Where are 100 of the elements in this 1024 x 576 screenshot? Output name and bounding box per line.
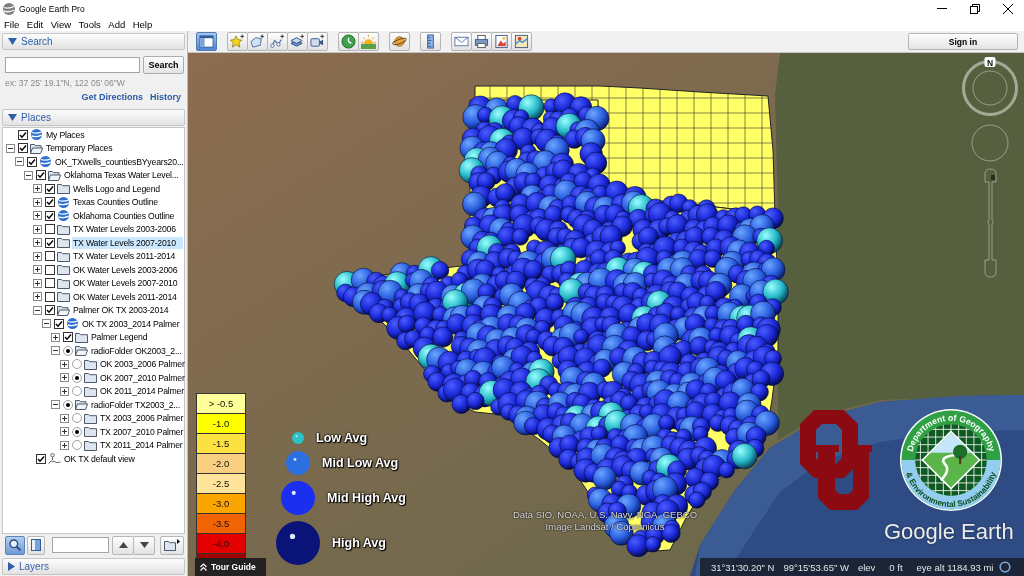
tree-item-label[interactable]: OK TX default view bbox=[63, 452, 183, 465]
add-polygon-button[interactable] bbox=[247, 32, 268, 51]
sunlight-button[interactable] bbox=[358, 32, 379, 51]
email-button[interactable] bbox=[451, 32, 472, 51]
panel-link[interactable]: History bbox=[150, 92, 181, 102]
search-field[interactable] bbox=[5, 57, 140, 73]
radio-button[interactable] bbox=[72, 426, 82, 437]
menu-item[interactable]: Help bbox=[132, 18, 153, 30]
checkbox[interactable] bbox=[36, 170, 46, 181]
view-in-maps-button[interactable] bbox=[511, 32, 532, 51]
expander-toggle[interactable] bbox=[33, 238, 42, 248]
menu-item[interactable]: File bbox=[4, 18, 20, 30]
expander-toggle[interactable] bbox=[60, 386, 69, 396]
expander-toggle[interactable] bbox=[33, 184, 42, 194]
tree-item-label[interactable]: Palmer Legend bbox=[90, 331, 183, 344]
expander-toggle[interactable] bbox=[33, 278, 42, 288]
radio-button[interactable] bbox=[72, 440, 82, 451]
checkbox[interactable] bbox=[45, 251, 55, 262]
expander-toggle[interactable] bbox=[33, 211, 42, 221]
checkbox[interactable] bbox=[45, 305, 55, 316]
search-button[interactable]: Search bbox=[143, 56, 184, 74]
checkbox[interactable] bbox=[45, 278, 55, 289]
tree-item-label[interactable]: TX 2007_2010 Palmer bbox=[99, 425, 184, 438]
places-search-field[interactable] bbox=[52, 537, 109, 553]
move-up-button[interactable] bbox=[112, 535, 134, 555]
historical-imagery-button[interactable] bbox=[338, 32, 359, 51]
tree-item-label[interactable]: TX 2003_2006 Palmer bbox=[99, 412, 184, 425]
tree-item-label[interactable]: OK_TXwells_countiesBYyears20... bbox=[54, 155, 184, 168]
checkbox[interactable] bbox=[45, 210, 55, 221]
checkbox[interactable] bbox=[45, 291, 55, 302]
expander-toggle[interactable] bbox=[51, 332, 60, 342]
radio-button[interactable] bbox=[63, 399, 73, 410]
radio-button[interactable] bbox=[72, 359, 82, 370]
section-header[interactable]: Search bbox=[2, 33, 185, 50]
expander-toggle[interactable] bbox=[33, 305, 42, 315]
section-header[interactable]: Layers bbox=[2, 558, 185, 575]
tree-item-label[interactable]: OK 2007_2010 Palmer bbox=[99, 371, 185, 384]
folder-menu-button[interactable] bbox=[160, 535, 184, 555]
checkbox[interactable] bbox=[45, 237, 55, 248]
expander-toggle[interactable] bbox=[60, 373, 69, 383]
tree-item-label[interactable]: Oklahoma Counties Outline bbox=[72, 209, 183, 222]
expander-toggle[interactable] bbox=[60, 413, 69, 423]
checkbox[interactable] bbox=[45, 197, 55, 208]
menu-item[interactable]: View bbox=[50, 18, 72, 30]
radio-button[interactable] bbox=[72, 386, 82, 397]
expander-toggle[interactable] bbox=[42, 319, 51, 329]
checkbox[interactable] bbox=[27, 156, 37, 167]
print-button[interactable] bbox=[471, 32, 492, 51]
expander-toggle[interactable] bbox=[60, 359, 69, 369]
checkbox[interactable] bbox=[45, 224, 55, 235]
compass-icon[interactable] bbox=[962, 57, 1018, 116]
tree-item-label[interactable]: OK 2003_2006 Palmer bbox=[99, 358, 185, 371]
ruler-button[interactable] bbox=[420, 32, 441, 51]
move-down-button[interactable] bbox=[133, 535, 155, 555]
menu-item[interactable]: Add bbox=[108, 18, 126, 30]
section-header[interactable]: Places bbox=[2, 109, 185, 126]
checkbox[interactable] bbox=[18, 143, 28, 154]
expander-toggle[interactable] bbox=[33, 265, 42, 275]
tree-item-label[interactable]: OK Water Levels 2011-2014 bbox=[72, 290, 183, 303]
tree-item-label[interactable]: Palmer OK TX 2003-2014 bbox=[72, 304, 183, 317]
expander-toggle[interactable] bbox=[6, 143, 15, 153]
zoom-slider-icon[interactable] bbox=[982, 168, 998, 278]
add-image-overlay-button[interactable] bbox=[287, 32, 308, 51]
radio-button[interactable] bbox=[72, 413, 82, 424]
checkbox[interactable] bbox=[18, 129, 28, 140]
checkbox[interactable] bbox=[54, 318, 64, 329]
checkbox[interactable] bbox=[63, 332, 73, 343]
expander-toggle[interactable] bbox=[51, 346, 60, 356]
sign-in-button[interactable]: Sign in bbox=[908, 33, 1018, 50]
tree-item-label[interactable]: TX Water Levels 2003-2006 bbox=[72, 223, 183, 236]
tree-item-label[interactable]: OK Water Levels 2003-2006 bbox=[72, 263, 183, 276]
tree-item-label[interactable]: TX Water Levels 2011-2014 bbox=[72, 250, 183, 263]
panel-link[interactable]: Get Directions bbox=[81, 92, 143, 102]
tree-item-label[interactable]: TX 2011_2014 Palmer bbox=[99, 439, 183, 452]
add-path-button[interactable] bbox=[267, 32, 288, 51]
expander-toggle[interactable] bbox=[51, 400, 60, 410]
tree-item-label[interactable]: OK Water Levels 2007-2010 bbox=[72, 277, 183, 290]
expander-toggle[interactable] bbox=[33, 251, 42, 261]
planets-button[interactable] bbox=[389, 32, 410, 51]
tree-item-label[interactable]: Temporary Places bbox=[45, 142, 183, 155]
expander-toggle[interactable] bbox=[33, 197, 42, 207]
sidebar-button[interactable] bbox=[196, 32, 217, 51]
tree-item-label[interactable]: radioFolder OK2003_2... bbox=[90, 344, 183, 357]
radio-button[interactable] bbox=[72, 372, 82, 383]
save-image-button[interactable] bbox=[491, 32, 512, 51]
expander-toggle[interactable] bbox=[33, 292, 42, 302]
search-toggle-button[interactable] bbox=[5, 535, 25, 555]
checkbox[interactable] bbox=[45, 264, 55, 275]
tree-item-label[interactable]: TX Water Levels 2007-2010 bbox=[72, 236, 183, 249]
tree-item-label[interactable]: Oklahoma Texas Water Level... bbox=[63, 169, 183, 182]
expander-toggle[interactable] bbox=[60, 427, 69, 437]
expander-toggle[interactable] bbox=[60, 440, 69, 450]
panel-toggle-button[interactable] bbox=[27, 535, 45, 555]
tour-guide-button[interactable]: Tour Guide bbox=[195, 558, 266, 576]
add-placemark-button[interactable] bbox=[227, 32, 248, 51]
tree-item-label[interactable]: radioFolder TX2003_2... bbox=[90, 398, 183, 411]
checkbox[interactable] bbox=[36, 453, 46, 464]
tree-item-label[interactable]: Wells Logo and Legend bbox=[72, 182, 183, 195]
menu-item[interactable]: Edit bbox=[26, 18, 44, 30]
tree-item-label[interactable]: Texas Counties Outline bbox=[72, 196, 183, 209]
